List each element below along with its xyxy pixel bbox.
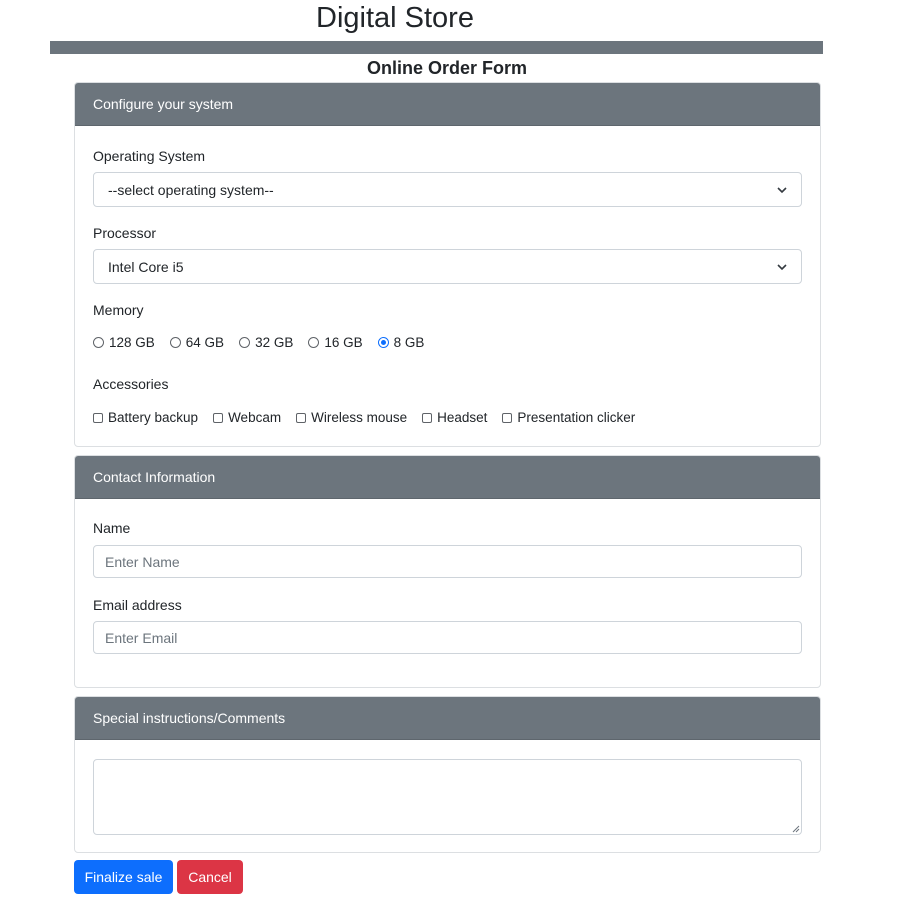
- processor-select-value: Intel Core i5: [108, 258, 184, 275]
- radio-button[interactable]: [308, 337, 320, 348]
- name-input[interactable]: Enter Name: [93, 545, 802, 578]
- contact-information-card: Contact Information Name Enter Name Emai…: [74, 455, 821, 688]
- cancel-button[interactable]: Cancel: [177, 860, 243, 894]
- name-label: Name: [93, 520, 131, 536]
- accessory-headset[interactable]: Headset: [422, 410, 487, 425]
- os-label: Operating System: [93, 148, 206, 164]
- memory-option-label: 128 GB: [109, 335, 155, 350]
- comments-header: Special instructions/Comments: [75, 697, 820, 740]
- email-input[interactable]: Enter Email: [93, 621, 802, 654]
- os-select[interactable]: --select operating system--: [93, 172, 802, 207]
- memory-option-label: 8 GB: [393, 335, 425, 350]
- finalize-sale-button[interactable]: Finalize sale: [74, 860, 173, 894]
- accessories-label: Accessories: [93, 376, 169, 392]
- comments-textarea[interactable]: [93, 759, 802, 835]
- memory-option-64[interactable]: 64 GB: [169, 335, 225, 350]
- configure-system-card: Configure your system Operating System -…: [74, 82, 821, 447]
- accessory-label: Webcam: [228, 410, 282, 425]
- accessory-label: Headset: [437, 410, 488, 425]
- site-title: Digital Store: [316, 2, 474, 34]
- configure-system-header: Configure your system: [75, 83, 820, 126]
- title-divider-bar: [50, 41, 823, 54]
- radio-button[interactable]: [239, 337, 251, 348]
- email-label: Email address: [93, 597, 182, 613]
- checkbox[interactable]: [296, 412, 307, 423]
- accessory-label: Presentation clicker: [517, 410, 636, 425]
- chevron-down-icon: [777, 263, 787, 270]
- resize-grip-icon[interactable]: [791, 824, 800, 833]
- radio-button-selected[interactable]: [377, 337, 389, 348]
- form-title: Online Order Form: [366, 58, 528, 78]
- checkbox[interactable]: [502, 412, 513, 423]
- accessory-wireless-mouse[interactable]: Wireless mouse: [296, 410, 407, 425]
- contact-information-header: Contact Information: [75, 456, 820, 499]
- memory-option-label: 64 GB: [185, 335, 225, 350]
- memory-option-128[interactable]: 128 GB: [93, 335, 155, 350]
- os-select-value: --select operating system--: [108, 181, 274, 198]
- radio-button[interactable]: [169, 337, 181, 348]
- accessory-label: Wireless mouse: [311, 410, 408, 425]
- checkbox[interactable]: [422, 412, 433, 423]
- accessory-webcam[interactable]: Webcam: [213, 410, 281, 425]
- accessory-battery-backup[interactable]: Battery backup: [93, 410, 198, 425]
- processor-label: Processor: [93, 225, 157, 241]
- comments-card: Special instructions/Comments: [74, 696, 821, 853]
- memory-option-32[interactable]: 32 GB: [239, 335, 293, 350]
- memory-option-8[interactable]: 8 GB: [377, 335, 425, 350]
- checkbox[interactable]: [213, 412, 224, 423]
- accessories-checkbox-group: Battery backup Webcam Wireless mouse Hea…: [93, 410, 650, 425]
- processor-select[interactable]: Intel Core i5: [93, 249, 802, 284]
- memory-radio-group: 128 GB 64 GB 32 GB 16 GB 8 GB: [93, 335, 439, 350]
- checkbox[interactable]: [93, 412, 103, 423]
- accessory-presentation-clicker[interactable]: Presentation clicker: [502, 410, 635, 425]
- memory-option-label: 16 GB: [324, 335, 363, 350]
- radio-button[interactable]: [93, 337, 104, 348]
- chevron-down-icon: [777, 186, 787, 193]
- accessory-label: Battery backup: [108, 410, 199, 425]
- memory-option-16[interactable]: 16 GB: [308, 335, 363, 350]
- memory-option-label: 32 GB: [255, 335, 294, 350]
- memory-label: Memory: [93, 302, 144, 318]
